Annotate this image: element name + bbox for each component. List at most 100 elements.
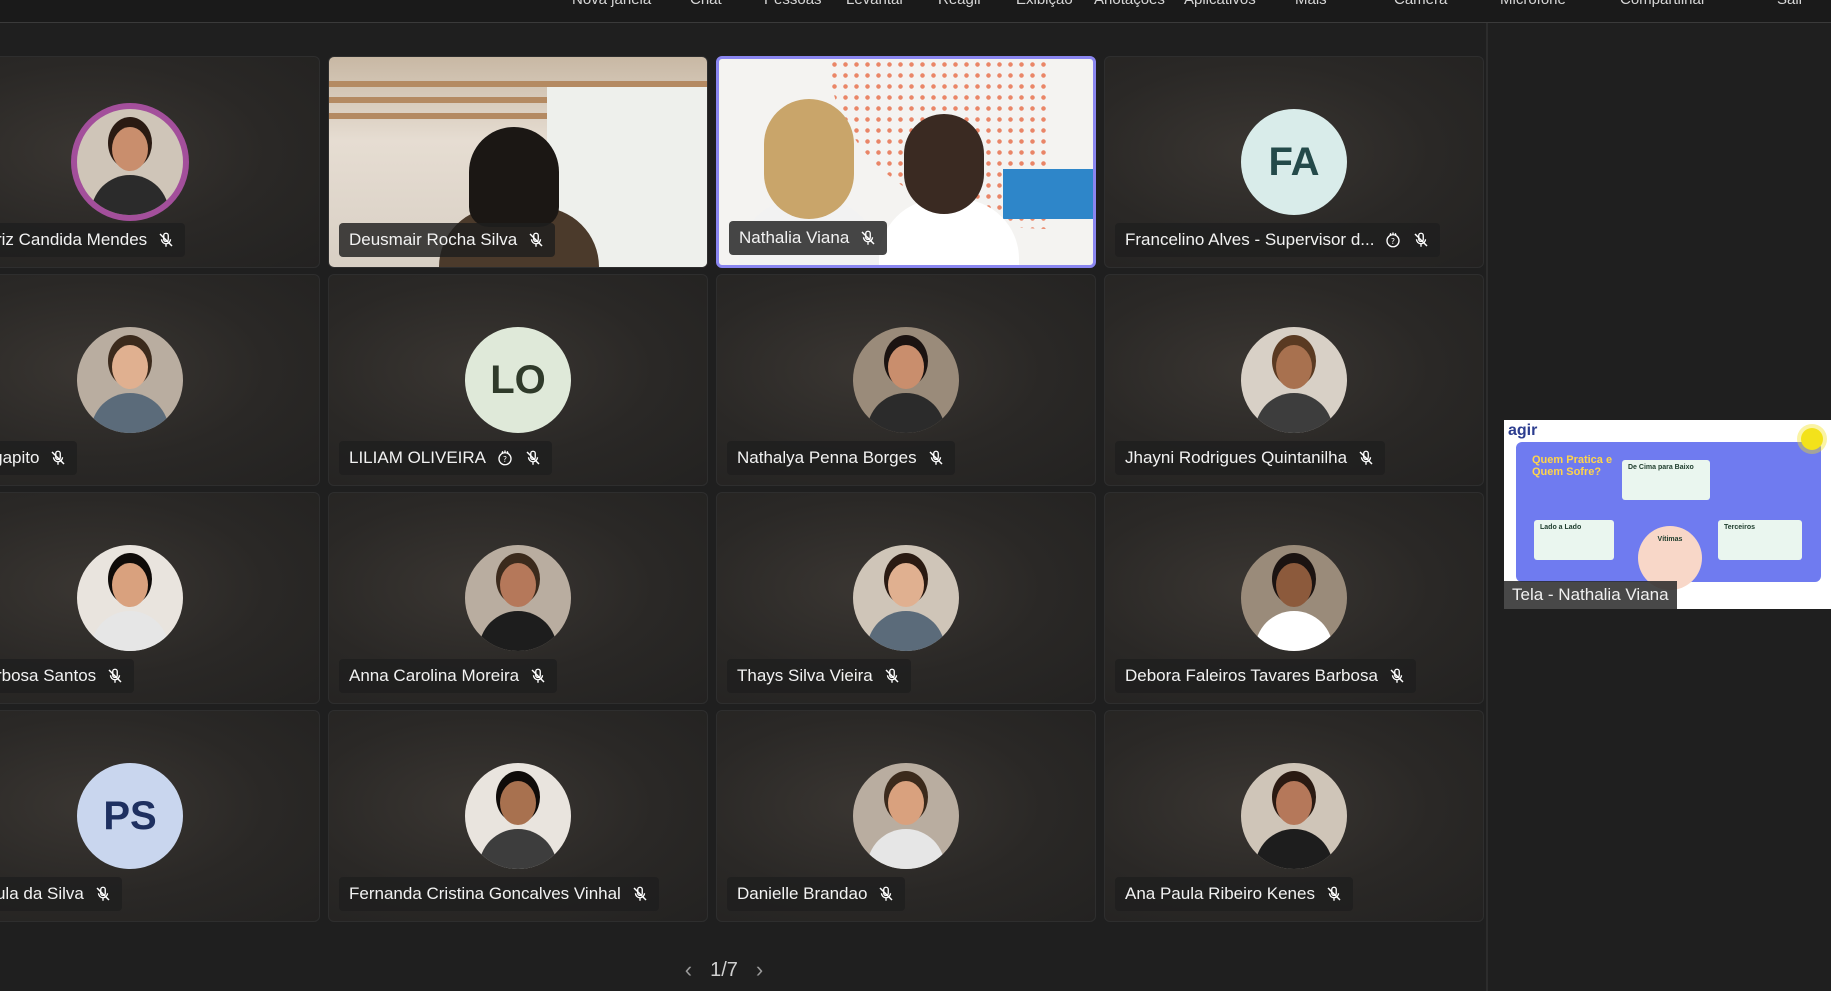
chevron-right-icon[interactable]: › xyxy=(756,957,763,983)
participant-name: Nathalia Viana xyxy=(739,228,850,247)
avatar-initials: FA xyxy=(1241,109,1347,215)
avatar-photo xyxy=(853,327,959,433)
participant-tile[interactable]: LO LILIAM OLIVEIRA? xyxy=(328,274,708,486)
participant-name-label: Debora Faleiros Tavares Barbosa xyxy=(1115,659,1416,693)
share-box-left: Lado a Lado xyxy=(1534,520,1614,560)
participant-name-label: Danielle Brandao xyxy=(727,877,906,911)
participant-name: Jhayni Rodrigues Quintanilha xyxy=(1125,448,1348,467)
participant-name: Danielle Brandao xyxy=(737,884,868,903)
mic-muted-icon xyxy=(1412,231,1430,249)
toolbar-item-chat[interactable]: Chat xyxy=(690,0,722,8)
mic-muted-icon xyxy=(527,231,545,249)
svg-text:?: ? xyxy=(503,455,507,464)
participant-name: LILIAM OLIVEIRA xyxy=(349,448,486,467)
participant-tile[interactable]: FA Francelino Alves - Supervisor d...? xyxy=(1104,56,1484,268)
sun-icon xyxy=(1801,428,1823,450)
participant-name-label: Anna Carolina Moreira xyxy=(339,659,558,693)
participant-name-label: a Paula da Silva xyxy=(0,877,122,911)
participant-name: llo Agapito xyxy=(0,448,40,467)
mic-muted-icon xyxy=(49,449,67,467)
participant-name: Beatriz Candida Mendes xyxy=(0,230,148,249)
participant-tile[interactable]: Nathalya Penna Borges xyxy=(716,274,1096,486)
participant-tile[interactable]: Beatriz Candida Mendes xyxy=(0,56,320,268)
meeting-toolbar: Nova janela Chat Pessoas Levantar Reagir Exib… xyxy=(0,0,1831,23)
mic-muted-icon xyxy=(157,231,175,249)
avatar-photo xyxy=(77,109,183,215)
participant-name-label: Beatriz Candida Mendes xyxy=(0,223,186,257)
participant-name-label: Ana Paula Ribeiro Kenes xyxy=(1115,877,1353,911)
panel-divider xyxy=(1486,23,1488,991)
toolbar-item-sair[interactable]: Sair xyxy=(1777,0,1804,8)
participant-name: Francelino Alves - Supervisor d... xyxy=(1125,230,1375,249)
svg-text:?: ? xyxy=(1391,237,1395,246)
toolbar-item-compartilhar[interactable]: Compartilhar xyxy=(1620,0,1706,8)
screen-share-thumbnail[interactable]: agir Quem Pratica e Quem Sofre? De Cima … xyxy=(1504,420,1831,609)
page-indicator: 1/7 xyxy=(710,958,738,981)
backdrop-stripe xyxy=(1003,169,1093,219)
mic-muted-icon xyxy=(94,885,112,903)
participant-tile[interactable]: Deusmair Rocha Silva xyxy=(328,56,708,268)
participant-tile[interactable]: llo Agapito xyxy=(0,274,320,486)
share-logo: agir xyxy=(1508,422,1538,439)
participant-name: e Barbosa Santos xyxy=(0,666,97,685)
participant-tile[interactable]: Debora Faleiros Tavares Barbosa xyxy=(1104,492,1484,704)
avatar-initials: PS xyxy=(77,763,183,869)
mic-muted-icon xyxy=(1388,667,1406,685)
avatar-initials: LO xyxy=(465,327,571,433)
toolbar-item-nova-janela[interactable]: Nova janela xyxy=(572,0,651,8)
participant-name-label: Nathalia Viana xyxy=(729,221,888,255)
participant-name-label: Jhayni Rodrigues Quintanilha xyxy=(1115,441,1386,475)
participant-name-label: Thays Silva Vieira xyxy=(727,659,911,693)
toolbar-item-mais[interactable]: Mais xyxy=(1295,0,1327,8)
mic-muted-icon xyxy=(524,449,542,467)
mic-muted-icon xyxy=(1325,885,1343,903)
participant-tile[interactable]: PS a Paula da Silva xyxy=(0,710,320,922)
share-label: Tela - Nathalia Viana xyxy=(1504,581,1677,609)
participant-tile[interactable]: Nathalia Viana xyxy=(716,56,1096,268)
share-box-top: De Cima para Baixo xyxy=(1622,460,1710,500)
participant-tile[interactable]: Danielle Brandao xyxy=(716,710,1096,922)
share-box-right: Terceiros xyxy=(1718,520,1802,560)
participant-tile[interactable]: e Barbosa Santos xyxy=(0,492,320,704)
participant-name: a Paula da Silva xyxy=(0,884,84,903)
mic-muted-icon xyxy=(529,667,547,685)
toolbar-item-pessoas[interactable]: Pessoas xyxy=(764,0,822,8)
mic-muted-icon xyxy=(859,229,877,247)
participant-name-label: Deusmair Rocha Silva xyxy=(339,223,556,257)
participant-name: Anna Carolina Moreira xyxy=(349,666,520,685)
mic-muted-icon xyxy=(883,667,901,685)
participant-name: Ana Paula Ribeiro Kenes xyxy=(1125,884,1315,903)
avatar-photo xyxy=(1241,545,1347,651)
participant-name: Thays Silva Vieira xyxy=(737,666,873,685)
toolbar-item-microfone[interactable]: Microfone xyxy=(1500,0,1566,8)
avatar-photo xyxy=(853,763,959,869)
participant-grid: Beatriz Candida Mendes Deusmair Rocha Sil… xyxy=(0,56,1486,924)
avatar-photo xyxy=(1241,327,1347,433)
participant-tile[interactable]: Jhayni Rodrigues Quintanilha xyxy=(1104,274,1484,486)
toolbar-item-levantar[interactable]: Levantar xyxy=(846,0,904,8)
participant-tile[interactable]: Fernanda Cristina Goncalves Vinhal xyxy=(328,710,708,922)
avatar-photo xyxy=(853,545,959,651)
toolbar-item-c-mera[interactable]: Câmera xyxy=(1394,0,1447,8)
mic-muted-icon xyxy=(106,667,124,685)
avatar-photo xyxy=(1241,763,1347,869)
avatar-photo xyxy=(465,763,571,869)
toolbar-item-anota-es[interactable]: Anotações xyxy=(1094,0,1165,8)
mic-muted-icon xyxy=(631,885,649,903)
participant-tile[interactable]: Thays Silva Vieira xyxy=(716,492,1096,704)
toolbar-item-aplicativos[interactable]: Aplicativos xyxy=(1184,0,1256,8)
mic-muted-icon xyxy=(877,885,895,903)
chevron-left-icon[interactable]: ‹ xyxy=(685,957,692,983)
raised-hand-icon: ? xyxy=(496,449,514,467)
participant-name-label: Nathalya Penna Borges xyxy=(727,441,955,475)
toolbar-item-exibi-o[interactable]: Exibição xyxy=(1016,0,1073,8)
participant-tile[interactable]: Ana Paula Ribeiro Kenes xyxy=(1104,710,1484,922)
participant-tile[interactable]: Anna Carolina Moreira xyxy=(328,492,708,704)
participant-name-label: LILIAM OLIVEIRA? xyxy=(339,441,552,475)
participant-name-label: e Barbosa Santos xyxy=(0,659,135,693)
participant-head xyxy=(764,99,854,219)
participant-head xyxy=(469,127,559,227)
participant-name: Fernanda Cristina Goncalves Vinhal xyxy=(349,884,621,903)
toolbar-item-reagir[interactable]: Reagir xyxy=(938,0,982,8)
avatar-photo xyxy=(77,545,183,651)
